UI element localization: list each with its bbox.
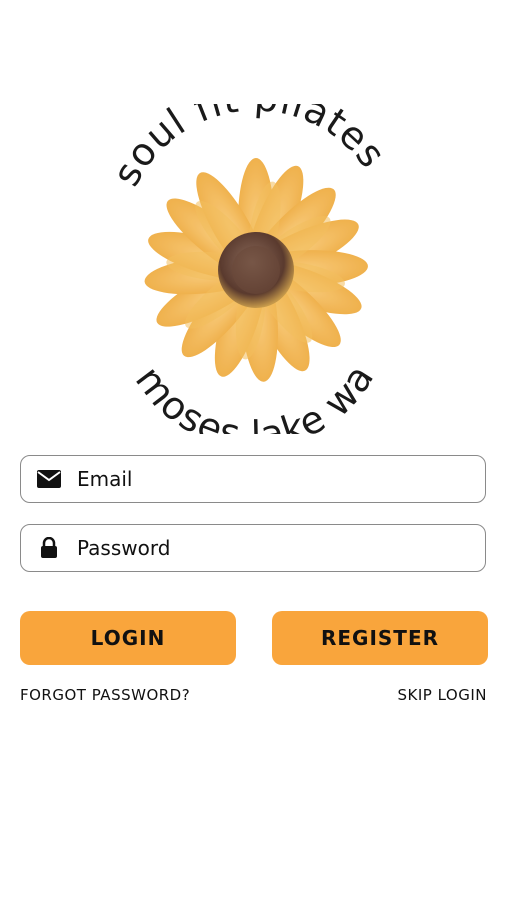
envelope-icon (21, 470, 77, 488)
password-input[interactable] (77, 536, 485, 560)
register-button[interactable]: REGISTER (272, 611, 488, 665)
email-input[interactable] (77, 467, 485, 491)
skip-login-link[interactable]: SKIP LOGIN (398, 686, 488, 704)
login-button[interactable]: LOGIN (20, 611, 236, 665)
sunflower-icon (144, 158, 368, 382)
sunflower-logo: soul fit pilates moses lake wa (104, 104, 394, 434)
brand-logo: soul fit pilates moses lake wa (94, 104, 414, 434)
forgot-password-link[interactable]: FORGOT PASSWORD? (20, 686, 190, 704)
email-field[interactable] (20, 455, 486, 503)
lock-icon (21, 537, 77, 559)
password-field[interactable] (20, 524, 486, 572)
